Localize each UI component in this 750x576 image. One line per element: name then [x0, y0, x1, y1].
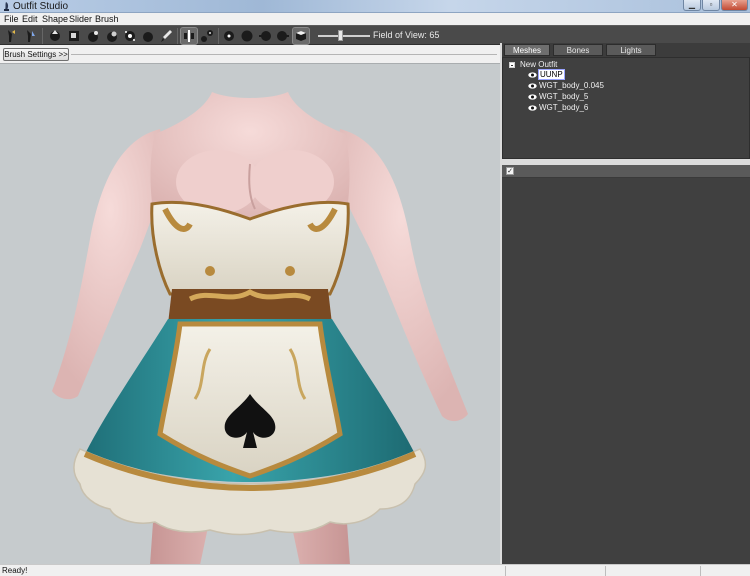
inflate-brush-icon	[50, 30, 60, 41]
deflate-brush-icon	[69, 31, 79, 41]
outfit-studio-logo-icon	[4, 2, 9, 11]
mesh-item-label: UUNP	[538, 69, 565, 80]
deflate-brush-button[interactable]	[66, 28, 82, 44]
field-of-view-slider[interactable]	[318, 28, 370, 44]
visibility-eye-icon[interactable]	[528, 72, 537, 78]
mesh-item-wgt-body-5[interactable]: WGT_body_5	[528, 92, 588, 102]
unmask-brush-button[interactable]	[122, 28, 138, 44]
weld-toggle-icon	[201, 30, 213, 42]
brush-settings-button[interactable]: Brush Settings >>	[3, 48, 69, 61]
mesh-tree: New Outfit UUNP WGT_body_0.045 WGT_body_…	[502, 57, 750, 159]
view-right-button[interactable]	[275, 28, 291, 44]
window-title: Outfit Studio	[13, 1, 69, 12]
close-icon: ✕	[731, 0, 738, 9]
select-tool-icon	[27, 30, 35, 42]
tree-root-outfit[interactable]: New Outfit	[509, 60, 557, 70]
slider-thumb[interactable]	[338, 30, 343, 41]
move-tool-icon	[8, 30, 15, 42]
weld-toggle-button[interactable]	[199, 28, 215, 44]
tree-root-label: New Outfit	[520, 60, 558, 69]
tab-meshes[interactable]: Meshes	[504, 44, 550, 56]
menu-brush[interactable]: Brush	[95, 13, 119, 25]
mesh-item-label: WGT_body_6	[539, 103, 589, 112]
mesh-item-label: WGT_body_0.045	[539, 81, 604, 90]
slider-panel-header: ✓	[502, 165, 750, 178]
toolbar-separator	[177, 28, 178, 44]
view-perspective-button[interactable]	[292, 27, 310, 45]
mesh-item-wgt-body-6[interactable]: WGT_body_6	[528, 103, 588, 113]
view-left-button[interactable]	[257, 28, 273, 44]
mesh-item-uunp[interactable]: UUNP	[528, 69, 565, 80]
visibility-eye-icon[interactable]	[528, 94, 537, 100]
status-bar: Ready!	[0, 564, 750, 576]
menu-shape[interactable]: Shape	[42, 13, 68, 25]
select-tool-button[interactable]	[22, 28, 38, 44]
brush-settings-bar: Brush Settings >>	[0, 46, 500, 63]
maximize-icon: ▫	[709, 0, 713, 9]
view-right-icon	[277, 31, 289, 41]
toolbar: Field of View: 65	[0, 25, 750, 45]
collapse-icon[interactable]	[509, 61, 515, 68]
paint-brush-icon	[161, 30, 172, 42]
toolbar-separator	[218, 28, 219, 44]
minimize-icon: ▁	[688, 0, 696, 9]
menu-file[interactable]: File	[4, 13, 19, 25]
tab-bones[interactable]: Bones	[553, 44, 603, 56]
unmask-brush-icon	[125, 31, 135, 41]
mask-brush-icon	[107, 31, 117, 42]
view-back-icon	[241, 30, 253, 42]
view-back-button[interactable]	[239, 28, 255, 44]
status-separator	[505, 566, 506, 576]
title-bar: Outfit Studio ▁ ▫ ✕	[0, 0, 750, 13]
inflate-brush-button[interactable]	[47, 28, 63, 44]
view-perspective-icon	[296, 31, 306, 41]
slider-track	[318, 35, 370, 37]
symmetry-toggle-button[interactable]	[180, 27, 198, 45]
status-separator	[700, 566, 701, 576]
view-front-button[interactable]	[221, 28, 237, 44]
panel-tabs: Meshes Bones Lights	[502, 43, 750, 57]
visibility-eye-icon[interactable]	[528, 105, 537, 111]
mesh-item-label: WGT_body_5	[539, 92, 589, 101]
view-front-icon	[224, 31, 234, 41]
paint-brush-button[interactable]	[158, 28, 174, 44]
view-left-icon	[259, 31, 271, 41]
3d-viewport[interactable]	[0, 63, 500, 564]
move-tool-button[interactable]	[3, 28, 19, 44]
close-button[interactable]: ✕	[721, 0, 748, 11]
mask-brush-button[interactable]	[104, 28, 120, 44]
sphere-brush-button[interactable]	[140, 28, 156, 44]
field-of-view-label: Field of View: 65	[373, 30, 440, 40]
menu-edit[interactable]: Edit	[22, 13, 38, 25]
maximize-button[interactable]: ▫	[702, 0, 720, 11]
sphere-brush-icon	[143, 32, 153, 42]
slider-list	[502, 178, 750, 564]
status-text: Ready!	[2, 566, 28, 575]
outfit-model-render	[52, 92, 468, 564]
status-separator	[605, 566, 606, 576]
select-all-sliders-checkbox[interactable]: ✓	[506, 167, 514, 175]
menu-slider[interactable]: Slider	[69, 13, 92, 25]
mesh-item-wgt-body-0045[interactable]: WGT_body_0.045	[528, 81, 604, 91]
menu-bar: File Edit Shape Slider Brush	[0, 13, 750, 25]
toolbar-separator	[42, 28, 43, 44]
smooth-brush-button[interactable]	[85, 28, 101, 44]
symmetry-toggle-icon	[184, 30, 194, 42]
minimize-button[interactable]: ▁	[683, 0, 701, 11]
visibility-eye-icon[interactable]	[528, 83, 537, 89]
brush-settings-divider	[71, 54, 497, 55]
smooth-brush-icon	[88, 31, 98, 42]
tab-lights[interactable]: Lights	[606, 44, 656, 56]
